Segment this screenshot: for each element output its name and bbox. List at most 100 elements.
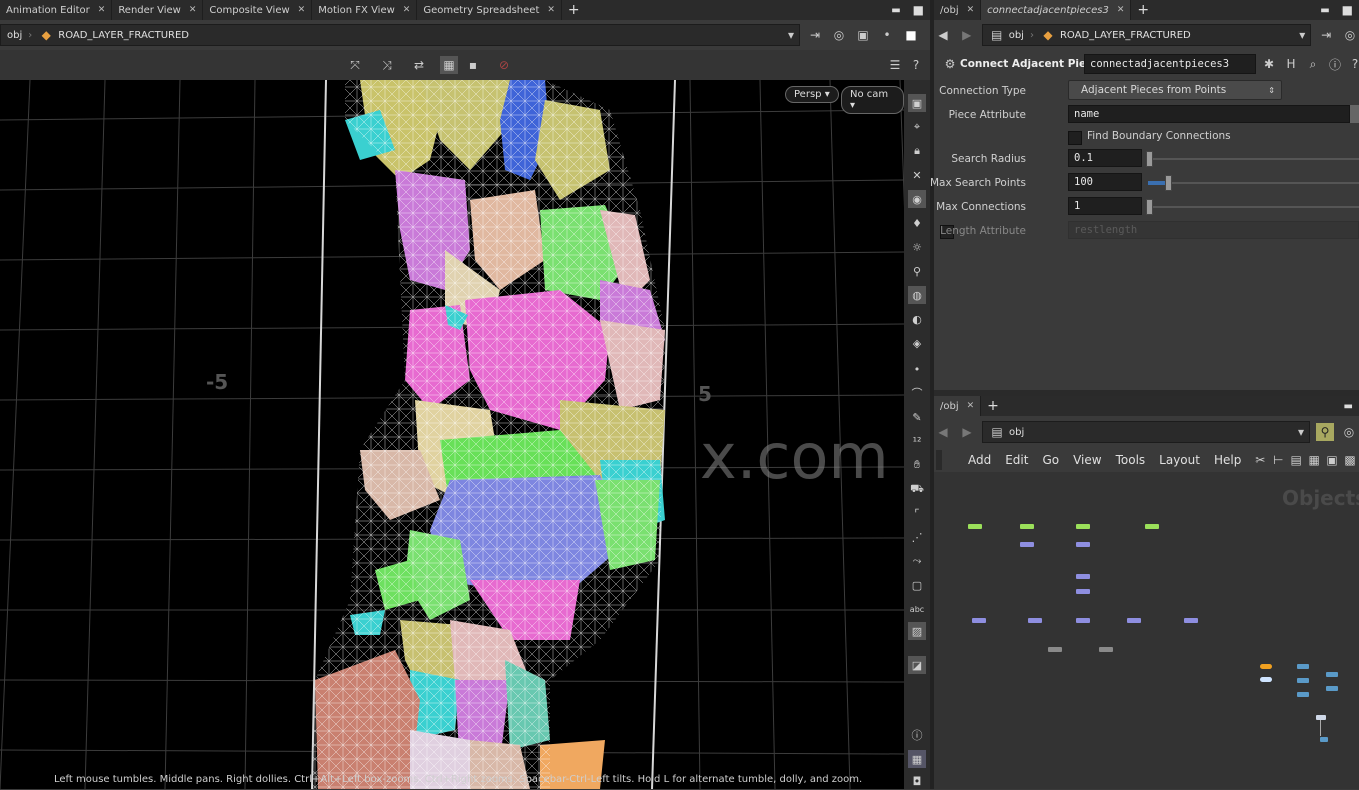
pin-icon[interactable]: ⚲ [1316, 423, 1334, 441]
display-options-icon[interactable]: ▣ [854, 26, 872, 44]
pin-icon[interactable]: ⇥ [1317, 26, 1335, 44]
breadcrumb-node[interactable]: ◆ ROAD_LAYER_FRACTURED [32, 27, 195, 43]
tab-render-view[interactable]: Render View ✕ [112, 0, 204, 20]
close-icon[interactable]: ✕ [189, 5, 197, 15]
object-node[interactable] [1260, 664, 1272, 669]
object-node[interactable] [1297, 678, 1309, 683]
light-icon[interactable]: ♦ [908, 214, 926, 232]
chevron-down-icon[interactable]: ▾ [783, 27, 799, 43]
breadcrumb-root[interactable]: obj [1, 30, 28, 41]
object-node[interactable] [1297, 664, 1309, 669]
object-node[interactable] [1076, 524, 1090, 529]
menu-view[interactable]: View [1073, 453, 1101, 467]
tab-composite-view[interactable]: Composite View ✕ [203, 0, 313, 20]
object-node[interactable] [1320, 737, 1328, 742]
background-icon[interactable]: ◪ [908, 656, 926, 674]
search-radius-slider[interactable] [1148, 158, 1359, 160]
tile-view-icon[interactable]: ▣ [1323, 451, 1341, 469]
breadcrumb-root[interactable]: ▤ obj [983, 424, 1030, 440]
help-icon[interactable]: ? [907, 56, 925, 74]
menu-go[interactable]: Go [1042, 453, 1059, 467]
view-tool-icon[interactable]: ▣ [908, 94, 926, 112]
link-icon[interactable]: ◎ [830, 26, 848, 44]
transform-handle-icon[interactable]: ⤧ [346, 56, 364, 74]
hand-icon[interactable]: ✋︎ [908, 456, 926, 474]
dot-icon[interactable]: • [878, 26, 896, 44]
list-icon[interactable]: ▤ [1287, 451, 1305, 469]
snap-icon[interactable]: ◉ [908, 190, 926, 208]
maximize-icon[interactable]: ■ [1336, 0, 1359, 20]
disabled-tool-icon[interactable]: ⊘ [495, 56, 513, 74]
object-node[interactable] [1020, 524, 1034, 529]
tab-motion-fx-view[interactable]: Motion FX View ✕ [312, 0, 418, 20]
path-field[interactable]: ▤ obj › ◆ ROAD_LAYER_FRACTURED ▾ [981, 24, 1312, 46]
path-field[interactable]: ▤ obj ▾ [982, 421, 1310, 443]
object-node[interactable] [1076, 589, 1090, 594]
pane-menu-icon[interactable]: ▬ [1314, 0, 1335, 20]
ghost-icon[interactable]: ◍ [908, 286, 926, 304]
gear-icon[interactable]: ✱ [1260, 55, 1278, 73]
lightbulb-icon[interactable]: ☼ [908, 238, 926, 256]
close-icon[interactable]: ✕ [908, 166, 926, 184]
tab-animation-editor[interactable]: Animation Editor ✕ [0, 0, 113, 20]
object-node[interactable] [1326, 686, 1338, 691]
network-icon[interactable]: ⋰ [908, 528, 926, 546]
grid-view-icon[interactable]: ▦ [1305, 451, 1323, 469]
add-tab-button[interactable]: + [1131, 0, 1155, 20]
breadcrumb-root[interactable]: ▤ obj [983, 27, 1030, 43]
length-attribute-field[interactable]: restlength [1068, 221, 1359, 239]
geometry-icon[interactable]: ◈ [908, 334, 926, 352]
object-node[interactable] [1076, 618, 1090, 623]
lock-icon[interactable]: 🔒︎ [908, 142, 926, 160]
menu-edit[interactable]: Edit [1005, 453, 1028, 467]
object-node[interactable] [1297, 692, 1309, 697]
white-square-icon[interactable]: ■ [902, 26, 920, 44]
flat-view-icon[interactable]: ▩ [1341, 451, 1359, 469]
search-radius-field[interactable]: 0.1 [1068, 149, 1142, 167]
menu-layout[interactable]: Layout [1159, 453, 1200, 467]
path-field[interactable]: obj › ◆ ROAD_LAYER_FRACTURED ▾ [0, 24, 800, 46]
crop-icon[interactable]: ⌜ [908, 504, 926, 522]
tab-obj[interactable]: /obj ✕ [934, 0, 982, 20]
max-connections-knob[interactable] [1146, 199, 1153, 215]
camera-menu[interactable]: No cam ▾ [841, 86, 904, 114]
back-arrow-icon[interactable]: ◀ [934, 423, 952, 441]
display-options-icon[interactable]: ☰ [886, 56, 904, 74]
select-mode-icon[interactable]: ▦ [440, 56, 458, 74]
chevron-down-icon[interactable]: ▾ [1293, 424, 1309, 440]
display-mode-icon[interactable]: ▪ [464, 56, 482, 74]
help-icon[interactable]: ? [1346, 55, 1359, 73]
pin-icon[interactable]: ⚲ [908, 262, 926, 280]
menu-add[interactable]: Add [968, 453, 991, 467]
image-icon[interactable]: ▨ [908, 622, 926, 640]
square-icon[interactable]: ▢ [908, 576, 926, 594]
object-node[interactable] [1099, 647, 1113, 652]
pane-menu-icon[interactable]: ▬ [885, 0, 906, 20]
paint-icon[interactable]: ⛟ [908, 480, 926, 498]
object-node[interactable] [1145, 524, 1159, 529]
max-search-points-knob[interactable] [1165, 175, 1172, 191]
camera-icon[interactable]: ◘ [908, 772, 926, 790]
connection-type-menu[interactable]: Adjacent Pieces from Points ⇕ [1068, 80, 1282, 100]
menu-tools[interactable]: Tools [1116, 453, 1146, 467]
camera-icon[interactable]: ⌖ [908, 118, 926, 136]
object-node[interactable] [972, 618, 986, 623]
close-icon[interactable]: ✕ [403, 5, 411, 15]
maximize-icon[interactable]: ■ [907, 0, 930, 20]
point-icon[interactable]: • [908, 360, 926, 378]
scale-handle-icon[interactable]: ⇄ [410, 56, 428, 74]
tab-geometry-spreadsheet[interactable]: Geometry Spreadsheet ✕ [417, 0, 562, 20]
field-menu-icon[interactable] [1350, 105, 1359, 123]
close-icon[interactable]: ✕ [98, 5, 106, 15]
grid-icon[interactable]: ▦ [908, 750, 926, 768]
object-node[interactable] [1048, 647, 1062, 652]
number-icon[interactable]: ¹² [908, 432, 926, 450]
tree-icon[interactable]: ⊢ [1269, 451, 1287, 469]
add-tab-button[interactable]: + [981, 396, 1005, 416]
object-node[interactable] [1076, 542, 1090, 547]
rotate-handle-icon[interactable]: ⤨ [378, 56, 396, 74]
max-connections-field[interactable]: 1 [1068, 197, 1142, 215]
curve-icon[interactable]: ⌒ [908, 384, 926, 402]
node-name-field[interactable]: connectadjacentpieces3 [1084, 54, 1256, 74]
object-node[interactable] [1184, 618, 1198, 623]
